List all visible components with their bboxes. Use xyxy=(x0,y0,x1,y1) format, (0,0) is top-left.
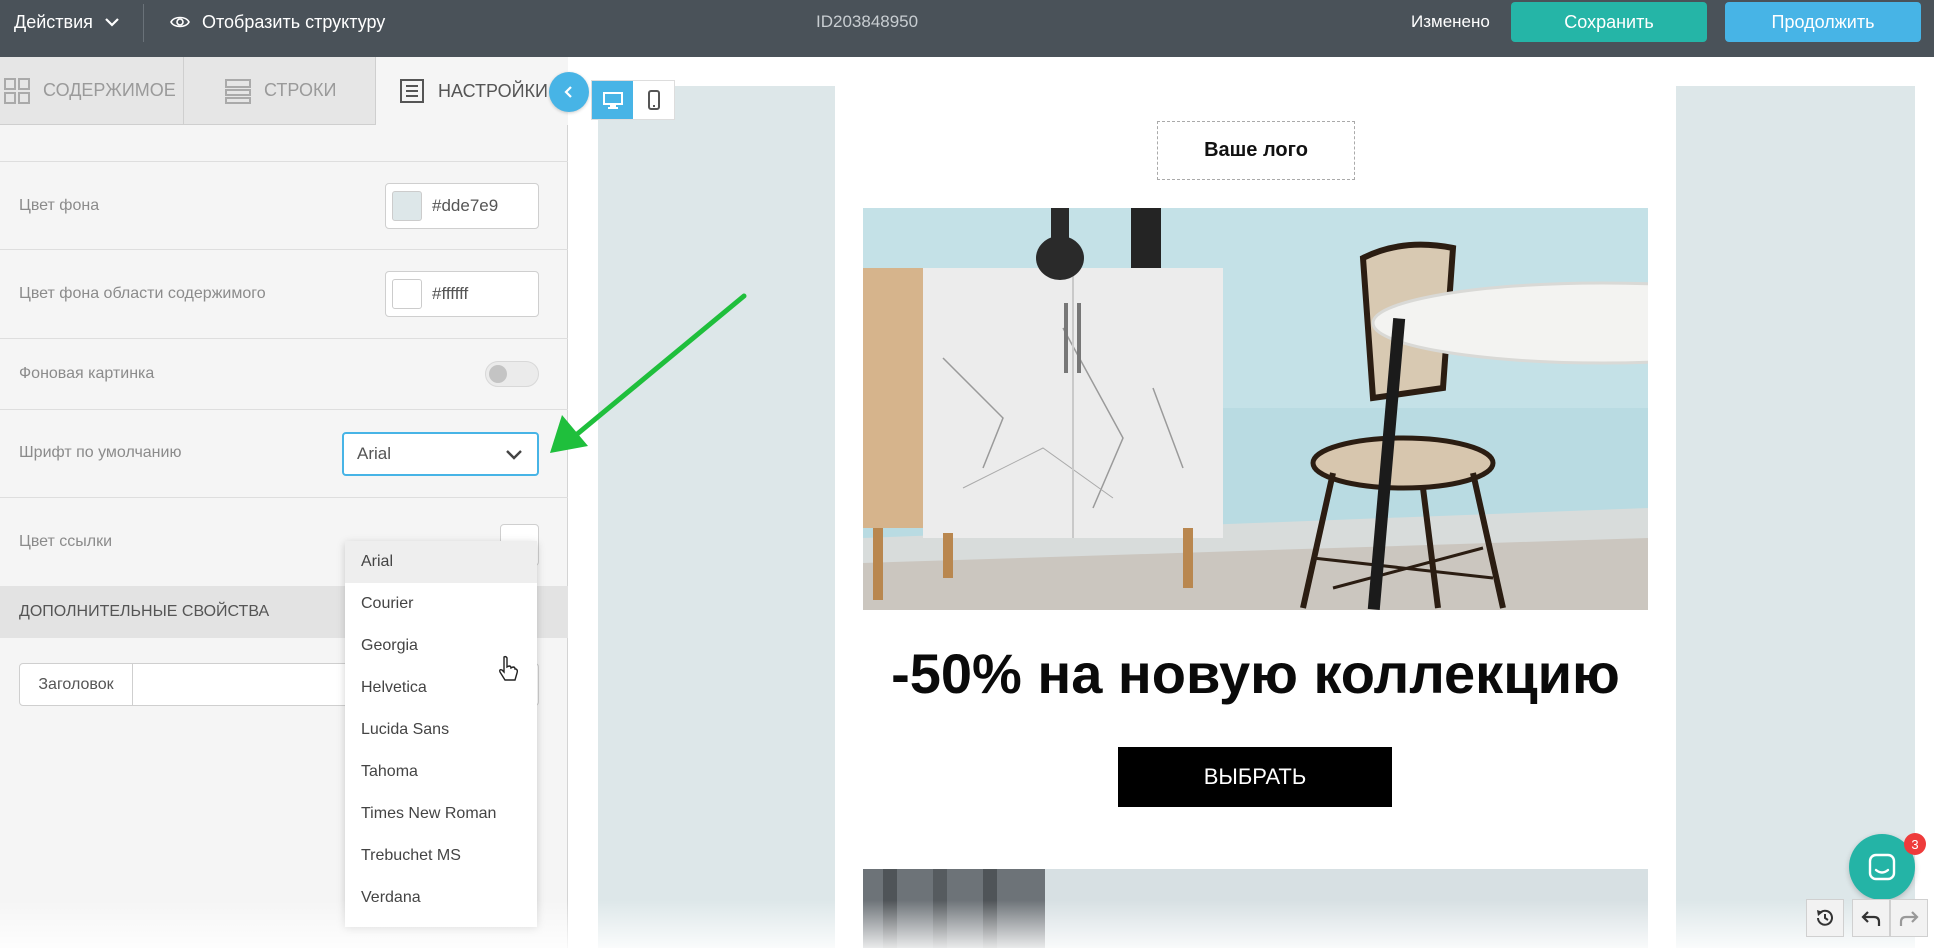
hero-image[interactable] xyxy=(863,208,1648,610)
show-structure-button[interactable]: Отобразить структуру xyxy=(170,0,385,44)
tab-settings[interactable]: НАСТРОЙКИ xyxy=(376,57,568,125)
bg-color-label: Цвет фона xyxy=(19,197,100,214)
document-icon xyxy=(400,79,424,103)
logo-placeholder[interactable]: Ваше лого xyxy=(1157,121,1355,180)
bg-color-value: #dde7e9 xyxy=(432,196,499,215)
tab-settings-label: НАСТРОЙКИ xyxy=(438,80,548,101)
undo-button[interactable] xyxy=(1852,899,1890,937)
content-bg-swatch[interactable] xyxy=(392,279,422,309)
annotation-arrow-icon xyxy=(550,293,747,453)
tab-content[interactable]: СОДЕРЖИМОЕ xyxy=(0,57,184,125)
default-font-row: Шрифт по умолчанию Arial xyxy=(0,409,568,497)
undo-icon xyxy=(1861,911,1881,926)
font-option-verdana[interactable]: Verdana xyxy=(345,877,537,919)
font-option-times-new-roman[interactable]: Times New Roman xyxy=(345,793,537,835)
font-option-trebuchet-ms[interactable]: Trebuchet MS xyxy=(345,835,537,877)
chevron-down-icon xyxy=(506,450,522,460)
redo-button[interactable] xyxy=(1890,899,1928,937)
tab-content-label: СОДЕРЖИМОЕ xyxy=(43,80,176,100)
eye-icon xyxy=(170,16,190,28)
toggle-knob xyxy=(489,365,507,383)
link-color-label: Цвет ссылки xyxy=(19,533,113,550)
chat-badge: 3 xyxy=(1904,833,1926,855)
content-bg-label: Цвет фона области содержимого xyxy=(19,285,266,302)
desktop-view-button[interactable] xyxy=(592,81,633,119)
grid-icon xyxy=(4,77,30,104)
curtain-photo xyxy=(863,869,1648,948)
continue-button[interactable]: Продолжить xyxy=(1725,2,1921,42)
title-tag-label: Заголовок xyxy=(19,663,133,706)
tab-rows[interactable]: СТРОКИ xyxy=(184,57,376,125)
content-bg-field[interactable]: #ffffff xyxy=(385,271,539,317)
default-font-label: Шрифт по умолчанию xyxy=(19,444,182,461)
font-dropdown: Arial Courier Georgia Helvetica Lucida S… xyxy=(345,541,537,927)
mobile-view-button[interactable] xyxy=(633,81,674,119)
font-option-tahoma[interactable]: Tahoma xyxy=(345,751,537,793)
bg-image-toggle[interactable] xyxy=(485,361,539,387)
show-structure-label: Отобразить структуру xyxy=(202,11,386,32)
history-icon xyxy=(1817,909,1833,926)
bg-color-field[interactable]: #dde7e9 xyxy=(385,183,539,229)
font-option-lucida-sans[interactable]: Lucida Sans xyxy=(345,709,537,751)
bg-color-row: Цвет фона #dde7e9 xyxy=(0,161,568,249)
settings-sidebar: СОДЕРЖИМОЕ СТРОКИ НАСТРОЙКИ Цвет фона #d… xyxy=(0,57,568,948)
actions-menu[interactable]: Действия xyxy=(14,0,121,44)
email-headline[interactable]: -50% на новую коллекцию xyxy=(835,641,1676,706)
furniture-photo xyxy=(863,208,1648,610)
font-option-arial[interactable]: Arial xyxy=(345,541,537,583)
redo-icon xyxy=(1899,911,1919,926)
bg-image-row: Фоновая картинка xyxy=(0,338,568,409)
default-font-select[interactable]: Arial xyxy=(342,432,539,476)
content-bg-value: #ffffff xyxy=(432,284,469,303)
email-body: Ваше лого -50% на новую коллекцию ВЫБРАТ… xyxy=(835,86,1676,948)
sidebar-tabs: СОДЕРЖИМОЕ СТРОКИ НАСТРОЙКИ xyxy=(0,57,568,125)
chevron-left-icon xyxy=(564,86,572,98)
divider xyxy=(143,4,144,42)
chat-icon xyxy=(1868,853,1896,881)
choose-button[interactable]: ВЫБРАТЬ xyxy=(1118,747,1392,807)
device-switch xyxy=(591,80,675,120)
default-font-value: Arial xyxy=(357,444,392,463)
desktop-icon xyxy=(602,92,623,109)
save-button[interactable]: Сохранить xyxy=(1511,2,1707,42)
tab-rows-label: СТРОКИ xyxy=(264,80,337,100)
top-bar: Действия Отобразить структуру ID20384895… xyxy=(0,0,1934,57)
hand-cursor-icon xyxy=(499,655,519,681)
actions-label: Действия xyxy=(14,11,93,32)
history-button[interactable] xyxy=(1806,899,1844,937)
bg-color-swatch[interactable] xyxy=(392,191,422,221)
mobile-icon xyxy=(647,90,660,110)
save-status: Изменено xyxy=(1411,12,1490,31)
collapse-sidebar-button[interactable] xyxy=(549,72,589,112)
font-option-courier[interactable]: Courier xyxy=(345,583,537,625)
content-bg-row: Цвет фона области содержимого #ffffff xyxy=(0,249,568,338)
document-id: ID203848950 xyxy=(816,12,919,31)
bg-image-label: Фоновая картинка xyxy=(19,365,155,382)
rows-icon xyxy=(225,78,251,104)
second-image[interactable] xyxy=(863,869,1648,948)
chevron-down-icon xyxy=(105,18,119,27)
